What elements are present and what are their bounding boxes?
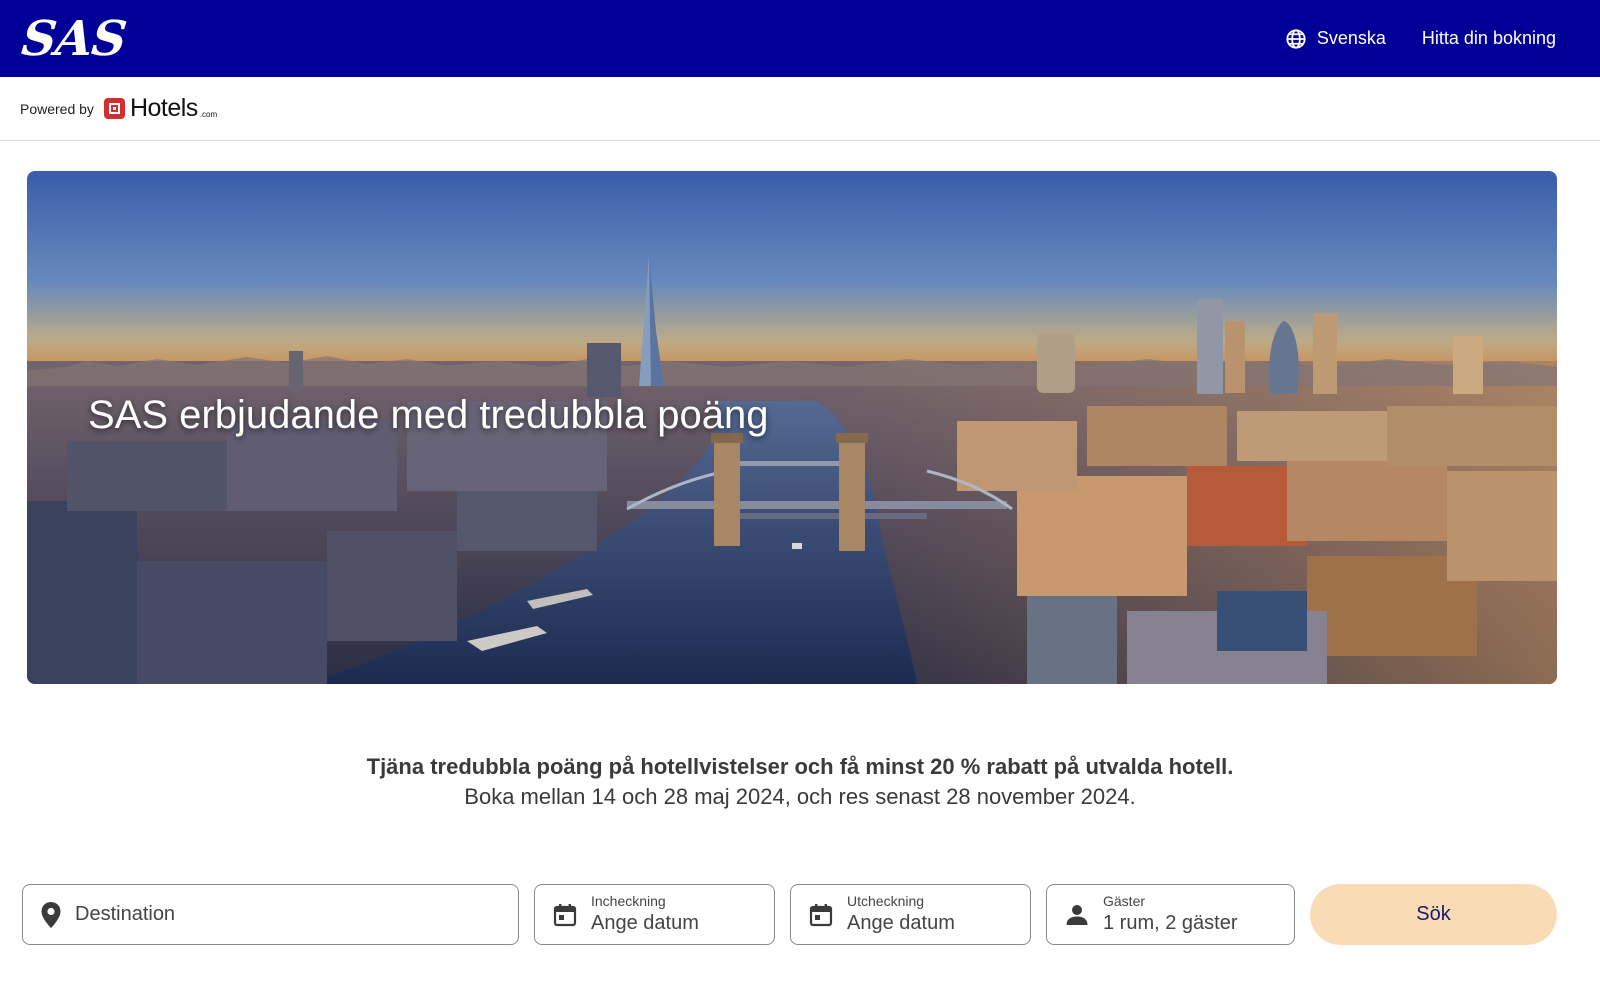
calendar-icon — [553, 903, 577, 927]
hotels-com-logo: Hotels .com — [103, 94, 218, 123]
destination-placeholder: Destination — [75, 903, 176, 925]
promo-headline: Tjäna tredubbla poäng på hotellvistelser… — [366, 754, 1234, 779]
promo-text: Tjäna tredubbla poäng på hotellvistelser… — [0, 752, 1600, 812]
find-booking-link[interactable]: Hitta din bokning — [1422, 28, 1556, 49]
hotels-wordmark: Hotels — [129, 94, 198, 122]
header-nav: Svenska Hitta din bokning — [1285, 28, 1556, 50]
checkout-label: Utcheckning — [847, 893, 925, 909]
checkin-field[interactable]: Incheckning Ange datum — [534, 884, 775, 945]
hotels-suffix: .com — [199, 110, 218, 119]
sas-logo[interactable]: SAS — [19, 11, 128, 67]
hero-banner: SAS erbjudande med tredubbla poäng — [27, 171, 1557, 684]
language-label: Svenska — [1316, 28, 1386, 48]
promo-subline: Boka mellan 14 och 28 maj 2024, och res … — [464, 784, 1136, 809]
guests-label: Gäster — [1103, 893, 1146, 909]
language-selector[interactable]: Svenska — [1285, 28, 1386, 50]
guests-field[interactable]: Gäster 1 rum, 2 gäster — [1046, 884, 1295, 945]
hero-title: SAS erbjudande med tredubbla poäng — [88, 393, 769, 437]
globe-icon — [1285, 28, 1307, 50]
destination-field[interactable]: Destination — [22, 884, 519, 945]
checkin-label: Incheckning — [591, 893, 666, 909]
guests-value: 1 rum, 2 gäster — [1103, 912, 1238, 934]
calendar-icon — [809, 903, 833, 927]
person-icon — [1065, 903, 1089, 927]
hotels-logo-icon — [103, 98, 125, 119]
top-navigation-bar: SAS Svenska Hitta din bokning — [0, 0, 1600, 77]
powered-by-label: Powered by — [20, 100, 94, 117]
powered-by-strip: Powered by Hotels .com — [0, 77, 1600, 141]
checkout-value: Ange datum — [847, 912, 955, 934]
checkout-field[interactable]: Utcheckning Ange datum — [790, 884, 1031, 945]
location-pin-icon — [41, 901, 61, 928]
search-button[interactable]: Sök — [1310, 884, 1557, 945]
checkin-value: Ange datum — [591, 912, 699, 934]
